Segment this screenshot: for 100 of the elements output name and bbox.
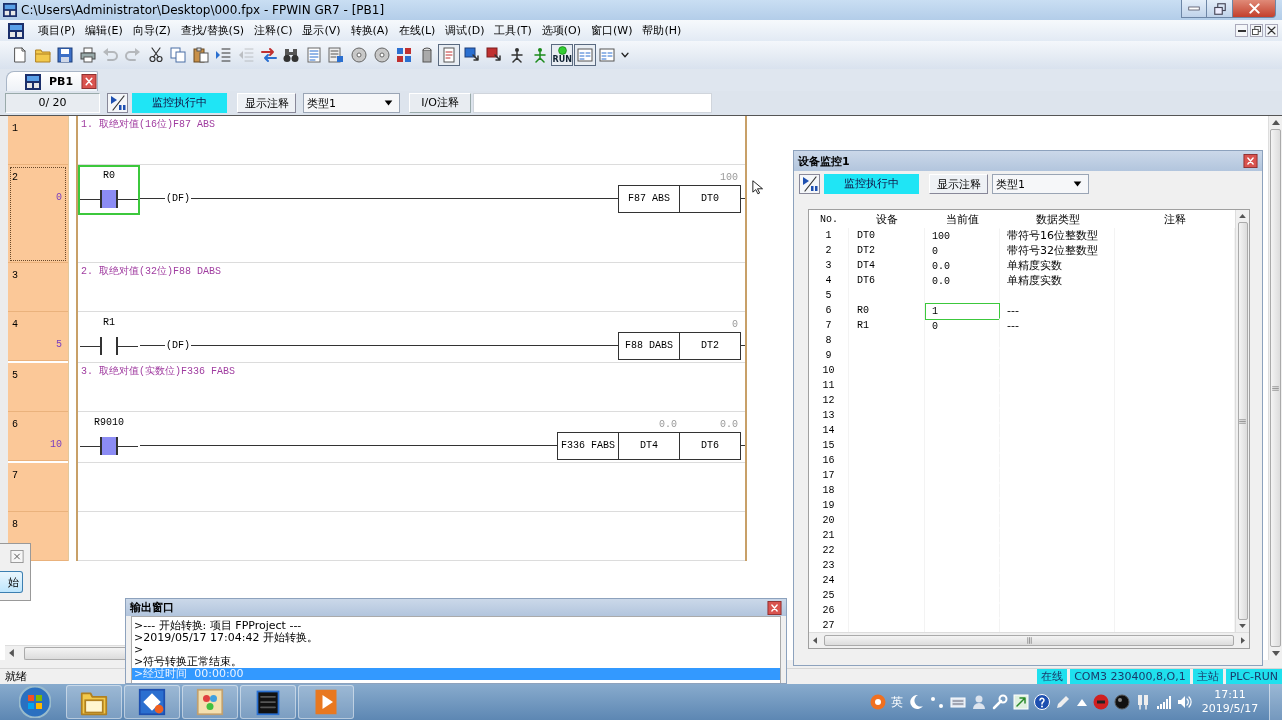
row-number: 1 — [809, 228, 849, 245]
instruction-operand[interactable]: F87 ABS — [618, 185, 680, 213]
row-header[interactable]: 3 — [8, 263, 68, 312]
menu-item[interactable]: 项目(P) — [33, 21, 81, 40]
output-line: >2019/05/17 17:04:42 开始转换。 — [133, 632, 319, 644]
table-cell[interactable]: 0 — [925, 318, 1000, 335]
toolbar-button[interactable]: RUN — [551, 44, 574, 66]
menu-item[interactable]: 向导(Z) — [127, 21, 176, 40]
io-comment-label: I/O注释 — [409, 93, 471, 113]
close-button[interactable] — [1233, 0, 1276, 18]
horizontal-scrollbar[interactable] — [5, 645, 125, 660]
table-cell[interactable]: 100 — [925, 228, 1000, 245]
table-cell: 单精度实数 — [1000, 258, 1115, 275]
type-select[interactable]: 类型1 — [992, 174, 1089, 194]
contact-icon[interactable] — [100, 337, 118, 355]
arrow-box-icon — [1013, 694, 1029, 710]
menu-item[interactable]: 显示(V) — [297, 21, 346, 40]
tray-button[interactable] — [870, 694, 886, 710]
menu-item[interactable]: 调试(D) — [440, 21, 490, 40]
taskbar-button[interactable] — [124, 685, 180, 719]
menu-item[interactable]: 帮助(H) — [637, 21, 687, 40]
type-select[interactable]: 类型1 — [303, 93, 400, 113]
row-header[interactable]: 6 10 — [8, 412, 68, 461]
io-comment-field[interactable] — [473, 93, 712, 113]
save-icon — [57, 47, 74, 63]
close-button[interactable] — [1243, 154, 1258, 168]
minimize-button[interactable] — [1235, 24, 1248, 37]
row-header[interactable]: 1 — [8, 116, 68, 165]
scroll-thumb[interactable] — [24, 646, 125, 660]
taskbar-button[interactable] — [240, 685, 296, 719]
horizontal-scrollbar[interactable] — [809, 632, 1249, 648]
dialog-button[interactable]: 始 — [0, 571, 23, 593]
menu-item[interactable]: 编辑(E) — [80, 21, 128, 40]
instruction-operand[interactable]: F88 DABS — [618, 332, 680, 360]
pen-icon — [1055, 694, 1071, 710]
restore-button[interactable] — [1250, 24, 1263, 37]
scroll-thumb[interactable] — [824, 635, 1234, 646]
table-cell[interactable]: 0 — [925, 243, 1000, 260]
row-header[interactable]: 2 0 — [8, 165, 68, 263]
menu-item[interactable]: 窗口(W) — [586, 21, 638, 40]
show-comments-button[interactable]: 显示注释 — [237, 93, 296, 113]
table-cell[interactable]: 0.0 — [925, 273, 1000, 290]
table-cell[interactable]: 0.0 — [925, 258, 1000, 275]
vertical-scrollbar[interactable] — [1235, 210, 1249, 632]
tray-button[interactable] — [1093, 694, 1109, 710]
vertical-scrollbar[interactable] — [1268, 116, 1282, 660]
close-button[interactable] — [81, 74, 98, 89]
instruction-operand[interactable]: DT0 — [679, 185, 741, 213]
status-indicator: 主站 — [1192, 669, 1223, 684]
tray-button[interactable] — [1177, 694, 1193, 710]
tray-button[interactable] — [992, 694, 1008, 710]
menu-item[interactable]: 工具(T) — [489, 21, 537, 40]
printer-icon — [79, 47, 96, 63]
row-header[interactable]: 4 5 — [8, 312, 68, 361]
column-header[interactable]: No. — [809, 213, 849, 225]
row-header[interactable]: 7 — [8, 463, 68, 512]
menu-item[interactable]: 在线(L) — [393, 21, 441, 40]
table-cell[interactable]: 1 — [925, 303, 1000, 320]
menu-item[interactable]: 转换(A) — [345, 21, 394, 40]
table-cell: DT4 — [849, 258, 925, 275]
row-number: 14 — [809, 423, 849, 438]
restore-button[interactable] — [1207, 0, 1233, 18]
instruction-operand[interactable]: DT2 — [679, 332, 741, 360]
column-header[interactable]: 当前值 — [925, 211, 1000, 227]
instruction-operand[interactable]: F336 FABS — [557, 432, 619, 460]
scroll-thumb[interactable] — [1270, 129, 1281, 647]
app-icon — [3, 3, 17, 17]
menu-item[interactable]: 选项(O) — [536, 21, 586, 40]
tray-button[interactable] — [908, 694, 924, 710]
show-comments-button[interactable]: 显示注释 — [929, 174, 988, 194]
tray-button[interactable] — [1114, 694, 1130, 710]
document-tab[interactable]: PB1 — [6, 71, 98, 91]
caret-up-icon — [1076, 697, 1088, 707]
monitor-toggle-button[interactable] — [799, 174, 820, 194]
column-header[interactable]: 数据类型 — [1000, 211, 1115, 227]
window-arrow-icon — [463, 47, 480, 63]
menu-item[interactable]: 查找/替换(S) — [175, 21, 250, 40]
close-button[interactable] — [1265, 24, 1278, 37]
tray-button[interactable] — [1156, 694, 1172, 710]
column-header[interactable]: 设备 — [849, 211, 925, 227]
show-desktop-button[interactable] — [1269, 684, 1282, 720]
df-instruction[interactable]: (DF) — [165, 185, 191, 213]
instruction-operand[interactable]: DT6 — [679, 432, 741, 460]
menu-item[interactable]: 注释(C) — [249, 21, 298, 40]
toolbar-button[interactable] — [573, 44, 596, 66]
tray-button[interactable] — [929, 694, 945, 710]
row-header[interactable]: 5 — [8, 363, 68, 412]
df-instruction[interactable]: (DF) — [165, 332, 191, 360]
monitor-toggle-button[interactable] — [107, 93, 128, 113]
scroll-thumb[interactable] — [1237, 222, 1248, 620]
scroll-up-icon — [1271, 120, 1280, 125]
toolbar-button[interactable] — [438, 44, 461, 66]
caret-down-icon — [384, 100, 393, 106]
column-header[interactable]: 注释 — [1115, 211, 1235, 227]
figure-icon — [509, 47, 526, 63]
rung-wire — [741, 345, 745, 346]
table-cell: 单精度实数 — [1000, 273, 1115, 290]
grip-icon — [1026, 637, 1032, 644]
close-button[interactable] — [767, 600, 782, 615]
instruction-operand[interactable]: DT4 — [618, 432, 680, 460]
